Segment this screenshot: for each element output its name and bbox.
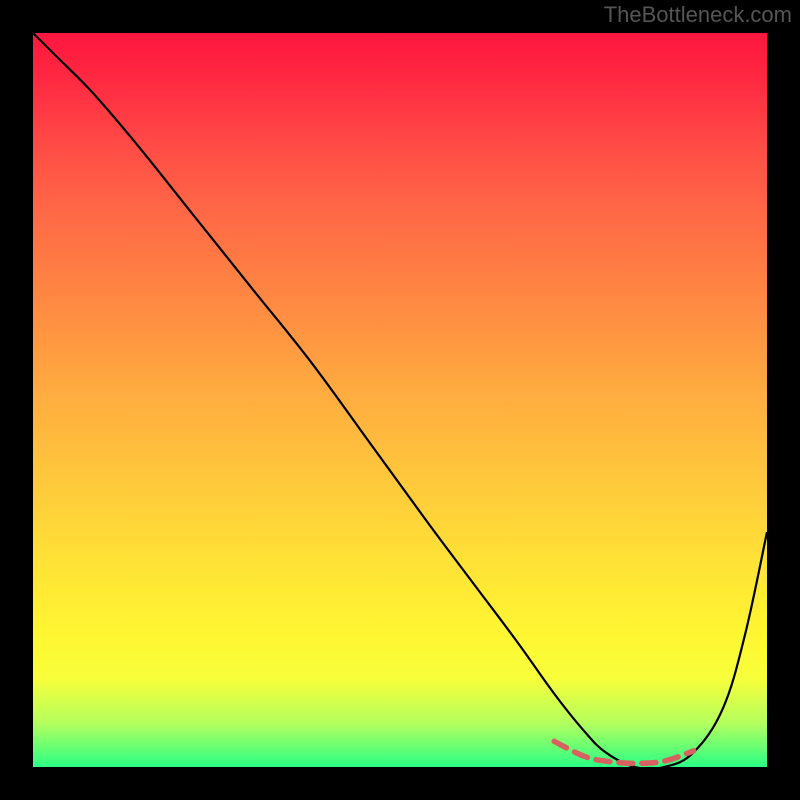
chart-svg [33,33,767,767]
optimal-range-line [554,741,693,763]
chart-plot-area [33,33,767,767]
bottleneck-curve-line [33,33,767,767]
watermark-text: TheBottleneck.com [604,2,792,28]
